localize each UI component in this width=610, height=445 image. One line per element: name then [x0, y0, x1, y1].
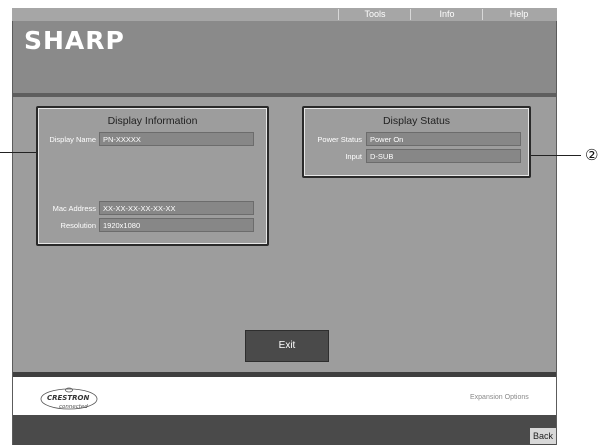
exit-button[interactable]: Exit	[245, 330, 329, 362]
display-status-title: Display Status	[382, 115, 451, 127]
mac-address-label: Mac Address	[52, 204, 96, 213]
expansion-options-link[interactable]: Expansion Options	[470, 394, 529, 401]
top-menu-bar: Tools Info Help	[12, 8, 557, 21]
power-status-value: Power On	[366, 132, 521, 146]
input-label: Input	[345, 152, 362, 161]
resolution-value: 1920x1080	[99, 218, 254, 232]
callout-number-2: ②	[585, 147, 599, 164]
crestron-connected-logo: CRESTRON connected	[40, 387, 98, 410]
display-name-value: PN-XXXXX	[99, 132, 254, 146]
display-information-title: Display Information	[107, 115, 198, 127]
crestron-brand-text: CRESTRON	[47, 394, 89, 402]
menu-help[interactable]: Help	[482, 9, 555, 20]
crestron-tagline-text: connected	[59, 404, 88, 410]
mac-address-value: XX-XX-XX-XX-XX-XX	[99, 201, 254, 215]
display-name-label: Display Name	[49, 135, 96, 144]
back-button[interactable]: Back	[530, 428, 556, 444]
sharp-logo: SHARP	[24, 26, 125, 55]
callout-line-right	[531, 155, 581, 156]
menu-tools[interactable]: Tools	[338, 9, 411, 20]
input-value: D-SUB	[366, 149, 521, 163]
resolution-label: Resolution	[60, 221, 96, 230]
bottom-bar	[13, 415, 556, 445]
menu-info[interactable]: Info	[410, 9, 483, 20]
power-status-label: Power Status	[317, 135, 362, 144]
callout-line-left	[0, 152, 36, 153]
